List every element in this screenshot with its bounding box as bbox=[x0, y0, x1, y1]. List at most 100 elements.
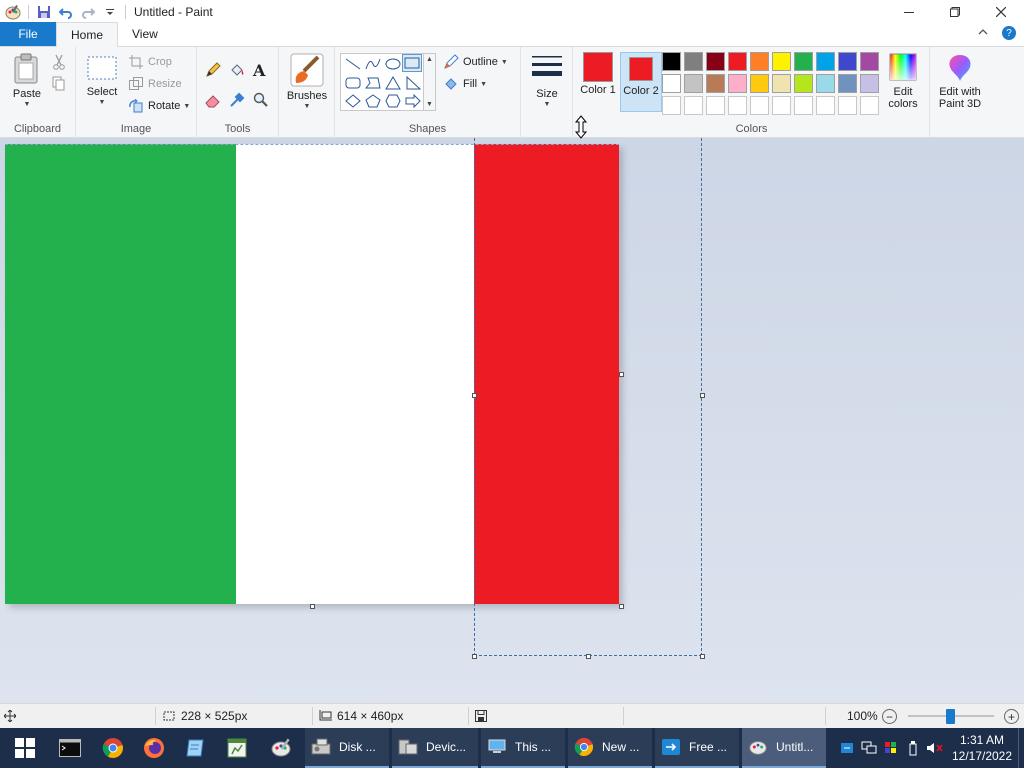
selection-handle-left[interactable] bbox=[472, 393, 477, 398]
close-button[interactable] bbox=[978, 0, 1024, 23]
palette-swatch[interactable] bbox=[816, 74, 835, 93]
taskbar-clock[interactable]: 1:31 AM 12/17/2022 bbox=[946, 732, 1018, 764]
selection-handle-bottom[interactable] bbox=[586, 654, 591, 659]
tray-display-icon[interactable] bbox=[880, 728, 902, 768]
palette-swatch[interactable] bbox=[794, 96, 813, 115]
palette-swatch[interactable] bbox=[728, 74, 747, 93]
line-shape[interactable] bbox=[343, 55, 363, 73]
collapse-ribbon-icon[interactable] bbox=[978, 27, 988, 39]
taskbar-app-chrome-new[interactable]: New ... bbox=[568, 728, 652, 768]
cut-button[interactable] bbox=[52, 53, 66, 71]
shapes-scrollbar[interactable]: ▲ ▼ bbox=[424, 53, 436, 111]
tab-view[interactable]: View bbox=[118, 22, 172, 46]
scroll-down-icon[interactable]: ▼ bbox=[426, 101, 433, 108]
chrome-taskbar-icon[interactable] bbox=[93, 728, 133, 768]
pentagon-shape[interactable] bbox=[363, 92, 383, 110]
zoom-out-button[interactable]: − bbox=[882, 709, 897, 724]
palette-swatch[interactable] bbox=[860, 96, 879, 115]
edit-colors-button[interactable]: Edit colors bbox=[884, 53, 922, 110]
rotate-dropdown-icon[interactable]: ▼ bbox=[183, 103, 190, 110]
paint-app-icon[interactable] bbox=[2, 0, 24, 23]
triangle-shape[interactable] bbox=[383, 74, 403, 92]
outline-dropdown-icon[interactable]: ▼ bbox=[501, 59, 508, 66]
fill-button[interactable]: Fill ▼ bbox=[443, 75, 487, 93]
fill-dropdown-icon[interactable]: ▼ bbox=[480, 81, 487, 88]
selection-handle-right[interactable] bbox=[700, 393, 705, 398]
size-dropdown-icon[interactable]: ▼ bbox=[544, 101, 551, 108]
taskbar-app-this-pc[interactable]: This ... bbox=[481, 728, 565, 768]
palette-swatch[interactable] bbox=[860, 74, 879, 93]
firefox-taskbar-icon[interactable] bbox=[134, 728, 174, 768]
eraser-tool[interactable] bbox=[205, 91, 221, 109]
outline-button[interactable]: Outline ▼ bbox=[443, 53, 508, 71]
edit-with-paint3d-button[interactable]: Edit with Paint 3D bbox=[934, 53, 986, 110]
palette-swatch[interactable] bbox=[838, 74, 857, 93]
pencil-tool[interactable] bbox=[205, 61, 221, 79]
hexagon-shape[interactable] bbox=[383, 92, 403, 110]
paint-pinned-taskbar-icon[interactable] bbox=[261, 728, 301, 768]
resize-button[interactable]: Resize bbox=[128, 75, 182, 93]
taskbar-app-disk[interactable]: Disk ... bbox=[305, 728, 389, 768]
maximize-button[interactable] bbox=[932, 0, 978, 23]
terminal-taskbar-icon[interactable] bbox=[50, 728, 90, 768]
tray-remote-icon[interactable] bbox=[836, 728, 858, 768]
editor-taskbar-icon[interactable] bbox=[217, 728, 257, 768]
taskbar-app-device[interactable]: Devic... bbox=[392, 728, 478, 768]
crop-button[interactable]: Crop bbox=[128, 53, 172, 71]
curve-shape[interactable] bbox=[363, 55, 383, 73]
color1-button[interactable]: Color 1 bbox=[578, 52, 618, 112]
palette-swatch[interactable] bbox=[772, 96, 791, 115]
polygon-shape[interactable] bbox=[363, 74, 383, 92]
minimize-button[interactable] bbox=[886, 0, 932, 23]
tray-volume-muted-icon[interactable] bbox=[924, 728, 946, 768]
right-arrow-shape[interactable] bbox=[403, 92, 423, 110]
size-button[interactable]: Size ▼ bbox=[527, 53, 567, 108]
diamond-shape[interactable] bbox=[343, 92, 363, 110]
palette-swatch[interactable] bbox=[706, 96, 725, 115]
palette-swatch[interactable] bbox=[794, 52, 813, 71]
rectangle-shape[interactable] bbox=[402, 54, 422, 72]
right-triangle-shape[interactable] bbox=[403, 74, 423, 92]
selection-handle-bottom-left[interactable] bbox=[472, 654, 477, 659]
palette-swatch[interactable] bbox=[706, 74, 725, 93]
save-icon[interactable] bbox=[33, 0, 55, 23]
palette-swatch[interactable] bbox=[662, 96, 681, 115]
customize-qa-icon[interactable] bbox=[99, 0, 121, 23]
palette-swatch[interactable] bbox=[838, 52, 857, 71]
zoom-in-button[interactable]: + bbox=[1004, 709, 1019, 724]
palette-swatch[interactable] bbox=[684, 96, 703, 115]
select-button[interactable]: Select ▼ bbox=[84, 53, 120, 106]
undo-icon[interactable] bbox=[55, 0, 77, 23]
palette-swatch[interactable] bbox=[662, 74, 681, 93]
rounded-rectangle-shape[interactable] bbox=[343, 74, 363, 92]
palette-swatch[interactable] bbox=[838, 96, 857, 115]
text-tool[interactable]: A bbox=[253, 61, 265, 80]
palette-swatch[interactable] bbox=[684, 74, 703, 93]
show-desktop-button[interactable] bbox=[1018, 728, 1024, 768]
start-button[interactable] bbox=[4, 728, 46, 768]
color-picker-tool[interactable] bbox=[229, 91, 245, 109]
palette-swatch[interactable] bbox=[750, 52, 769, 71]
fill-tool[interactable] bbox=[229, 61, 245, 79]
palette-swatch[interactable] bbox=[750, 74, 769, 93]
brushes-dropdown-icon[interactable]: ▼ bbox=[304, 103, 311, 110]
palette-swatch[interactable] bbox=[816, 52, 835, 71]
palette-swatch[interactable] bbox=[662, 52, 681, 71]
select-dropdown-icon[interactable]: ▼ bbox=[99, 99, 106, 106]
palette-swatch[interactable] bbox=[772, 52, 791, 71]
magnifier-tool[interactable] bbox=[253, 91, 269, 109]
palette-swatch[interactable] bbox=[772, 74, 791, 93]
taskbar-app-free[interactable]: Free ... bbox=[655, 728, 739, 768]
scroll-up-icon[interactable]: ▲ bbox=[426, 56, 433, 63]
paste-dropdown-icon[interactable]: ▼ bbox=[24, 101, 31, 108]
selection-handle-bottom-right[interactable] bbox=[700, 654, 705, 659]
tab-home[interactable]: Home bbox=[56, 22, 119, 47]
palette-swatch[interactable] bbox=[684, 52, 703, 71]
tray-network-icon[interactable] bbox=[858, 728, 880, 768]
tray-usb-icon[interactable] bbox=[902, 728, 924, 768]
palette-swatch[interactable] bbox=[706, 52, 725, 71]
help-icon[interactable]: ? bbox=[1002, 26, 1016, 40]
color2-button[interactable]: Color 2 bbox=[620, 52, 662, 112]
brushes-button[interactable]: Brushes ▼ bbox=[285, 53, 329, 110]
copy-button[interactable] bbox=[52, 75, 66, 93]
